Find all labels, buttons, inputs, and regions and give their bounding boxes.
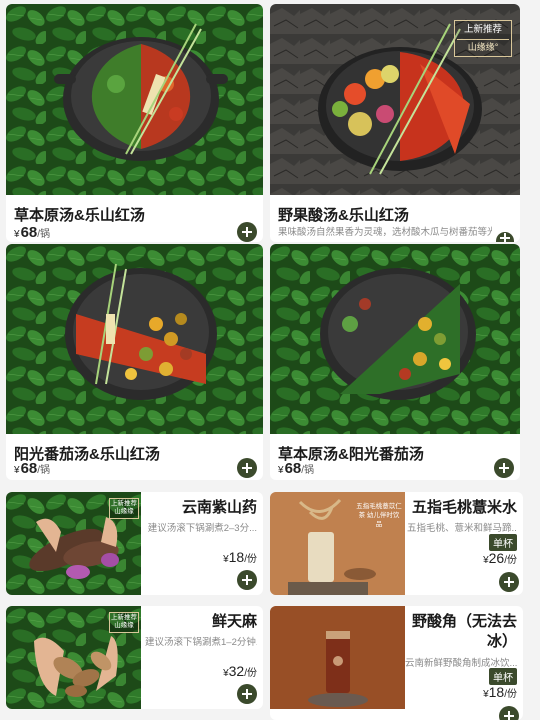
new-recommendation-badge: 上新推荐 山缘缘 <box>109 498 139 519</box>
product-image[interactable] <box>270 606 405 709</box>
product-card[interactable]: 野酸角（无法去 冰） 云南新鲜野酸角制成冰饮... 单杯 ¥18/份 <box>270 606 523 720</box>
product-title: 鲜天麻 <box>211 613 257 630</box>
new-recommendation-badge: 上新推荐 山缘缘° <box>454 20 512 57</box>
product-title: 云南紫山药 <box>181 499 257 516</box>
brand-logo: 山缘缘 <box>114 622 134 630</box>
product-title: 野果酸汤&乐山红汤 <box>278 207 409 224</box>
poster-caption: 五指毛桃薏苡仁茶 幼儿伴时饮品 <box>356 503 402 529</box>
brand-logo: 山缘缘° <box>457 38 509 53</box>
product-card[interactable]: 上新推荐 山缘缘 云南紫山药 建议汤滚下锅涮煮2–3分... ¥18/份 <box>6 492 263 595</box>
product-title: 草本原汤&乐山红汤 <box>14 207 145 224</box>
product-price: ¥18/份 <box>223 549 257 565</box>
product-description: 建议汤滚下锅涮煮1–2分钟... <box>145 637 257 648</box>
serving-tag: 单杯 <box>489 534 517 551</box>
product-description: 云南新鲜野酸角制成冰饮... <box>405 658 517 669</box>
product-price: ¥18/份 <box>483 684 517 700</box>
product-price: ¥68/锅 <box>14 460 51 477</box>
brand-logo: 山缘缘 <box>114 508 134 516</box>
product-image[interactable] <box>6 244 263 434</box>
product-price: ¥26/份 <box>483 550 517 566</box>
product-description: 五指毛桃、薏米和鲜马蹄... <box>407 523 517 534</box>
add-to-cart-button[interactable] <box>237 684 257 704</box>
add-to-cart-button[interactable] <box>496 232 514 242</box>
product-image[interactable] <box>6 4 263 195</box>
product-card[interactable]: 上新推荐 山缘缘 鲜天麻 建议汤滚下锅涮煮1–2分钟... ¥32/份 <box>6 606 263 709</box>
add-to-cart-button[interactable] <box>237 458 257 478</box>
product-card[interactable]: 草本原汤&阳光番茄汤 ¥68/锅 <box>270 244 520 480</box>
add-to-cart-button[interactable] <box>237 570 257 590</box>
add-to-cart-button[interactable] <box>499 572 519 592</box>
serving-tag: 单杯 <box>489 668 517 685</box>
product-image[interactable] <box>270 244 520 434</box>
product-card[interactable]: 上新推荐 山缘缘° 野果酸汤&乐山红汤 果味酸汤自然果香为灵魂，选材酸木瓜与树番… <box>270 4 520 242</box>
product-description: 果味酸汤自然果香为灵魂，选材酸木瓜与树番茄等光照充足的 <box>278 227 492 238</box>
product-price: ¥68/锅 <box>278 460 315 477</box>
product-card[interactable]: 阳光番茄汤&乐山红汤 ¥68/锅 <box>6 244 263 480</box>
product-price: ¥68/锅 <box>14 224 51 241</box>
add-to-cart-button[interactable] <box>237 222 257 242</box>
add-to-cart-button[interactable] <box>494 458 514 478</box>
product-card[interactable]: 草本原汤&乐山红汤 ¥68/锅 <box>6 4 263 242</box>
product-description: 建议汤滚下锅涮煮2–3分... <box>147 523 257 534</box>
product-title: 野酸角（无法去 冰） <box>411 613 517 651</box>
product-price: ¥32/份 <box>223 663 257 679</box>
product-card[interactable]: 五指毛桃薏苡仁茶 幼儿伴时饮品 五指毛桃薏米水 五指毛桃、薏米和鲜马蹄... 单… <box>270 492 523 595</box>
new-recommendation-badge: 上新推荐 山缘缘 <box>109 612 139 633</box>
product-title: 五指毛桃薏米水 <box>411 499 517 516</box>
add-to-cart-button[interactable] <box>499 706 519 720</box>
